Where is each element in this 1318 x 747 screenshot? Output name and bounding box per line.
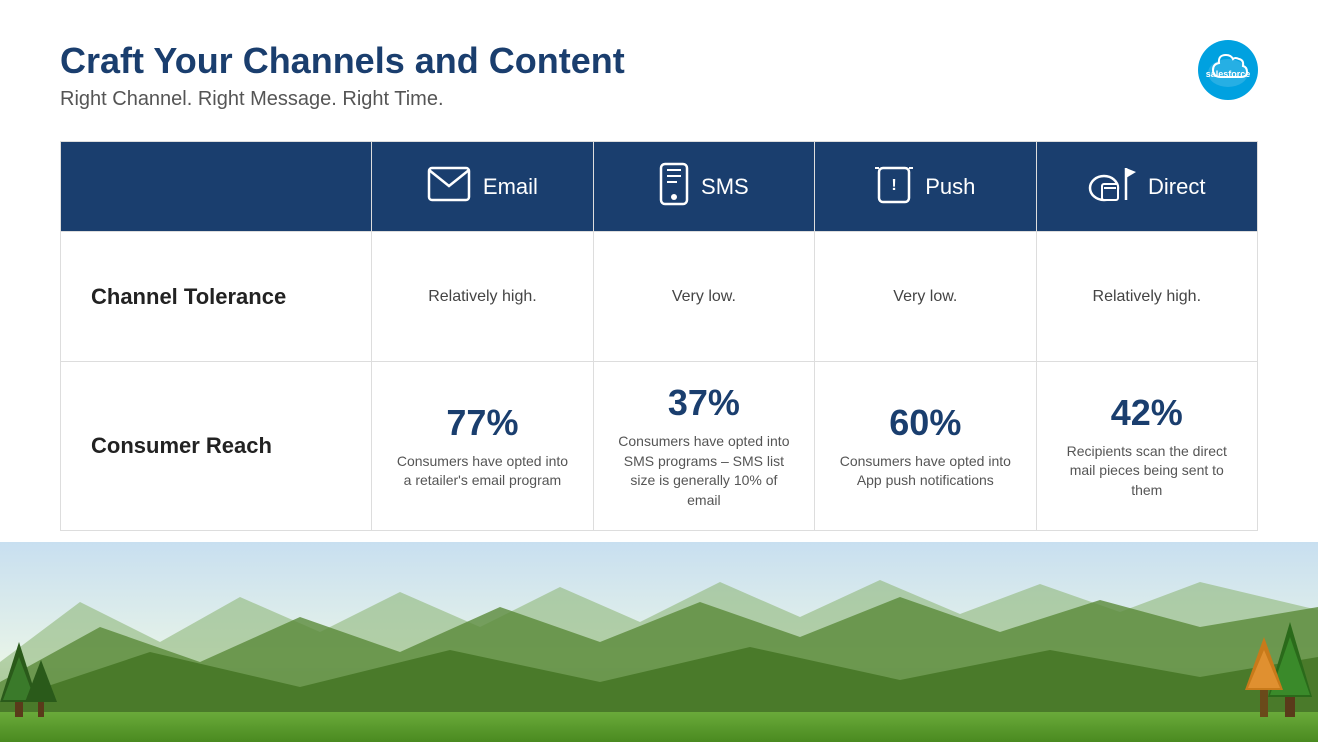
header-direct: Direct bbox=[1036, 142, 1257, 232]
reach-sms-cell: 37% Consumers have opted into SMS progra… bbox=[593, 362, 814, 531]
reach-push-cell: 60% Consumers have opted into App push n… bbox=[815, 362, 1036, 531]
reach-sms-percent: 37% bbox=[618, 382, 790, 424]
tolerance-email-value: Relatively high. bbox=[428, 288, 537, 305]
consumer-reach-label: Consumer Reach bbox=[91, 433, 272, 458]
reach-push-desc: Consumers have opted into App push notif… bbox=[839, 452, 1011, 491]
reach-sms-desc: Consumers have opted into SMS programs –… bbox=[618, 432, 790, 510]
page-header: Craft Your Channels and Content Right Ch… bbox=[60, 40, 1258, 111]
reach-email-desc: Consumers have opted into a retailer's e… bbox=[396, 452, 568, 491]
tolerance-row-label: Channel Tolerance bbox=[61, 232, 372, 362]
push-icon: ! bbox=[875, 162, 913, 211]
table-header-row: Email S bbox=[61, 142, 1258, 232]
tolerance-sms-value: Very low. bbox=[672, 288, 736, 305]
push-label: Push bbox=[925, 174, 975, 200]
tolerance-push-cell: Very low. bbox=[815, 232, 1036, 362]
tolerance-push-value: Very low. bbox=[893, 288, 957, 305]
consumer-reach-row: Consumer Reach 77% Consumers have opted … bbox=[61, 362, 1258, 531]
reach-direct-cell: 42% Recipients scan the direct mail piec… bbox=[1036, 362, 1257, 531]
reach-email-percent: 77% bbox=[396, 402, 568, 444]
tolerance-sms-cell: Very low. bbox=[593, 232, 814, 362]
header-empty-cell bbox=[61, 142, 372, 232]
header-email: Email bbox=[372, 142, 593, 232]
tolerance-direct-value: Relatively high. bbox=[1093, 288, 1202, 305]
tolerance-email-cell: Relatively high. bbox=[372, 232, 593, 362]
channel-tolerance-label: Channel Tolerance bbox=[91, 284, 286, 309]
salesforce-logo: salesforce bbox=[1198, 40, 1258, 100]
channels-table: Email S bbox=[60, 141, 1258, 531]
sms-icon bbox=[659, 162, 689, 211]
reach-email-cell: 77% Consumers have opted into a retailer… bbox=[372, 362, 593, 531]
tolerance-direct-cell: Relatively high. bbox=[1036, 232, 1257, 362]
header-push: ! Push bbox=[815, 142, 1036, 232]
reach-row-label: Consumer Reach bbox=[61, 362, 372, 531]
direct-icon bbox=[1088, 164, 1136, 209]
reach-push-percent: 60% bbox=[839, 402, 1011, 444]
email-label: Email bbox=[483, 174, 538, 200]
channel-tolerance-row: Channel Tolerance Relatively high. Very … bbox=[61, 232, 1258, 362]
svg-text:!: ! bbox=[892, 177, 897, 194]
header-sms: SMS bbox=[593, 142, 814, 232]
subtitle: Right Channel. Right Message. Right Time… bbox=[60, 88, 625, 111]
reach-direct-desc: Recipients scan the direct mail pieces b… bbox=[1061, 442, 1233, 501]
direct-label: Direct bbox=[1148, 174, 1205, 200]
reach-direct-percent: 42% bbox=[1061, 392, 1233, 434]
email-icon bbox=[427, 166, 471, 207]
title-block: Craft Your Channels and Content Right Ch… bbox=[60, 40, 625, 111]
main-title: Craft Your Channels and Content bbox=[60, 40, 625, 82]
sms-label: SMS bbox=[701, 174, 749, 200]
